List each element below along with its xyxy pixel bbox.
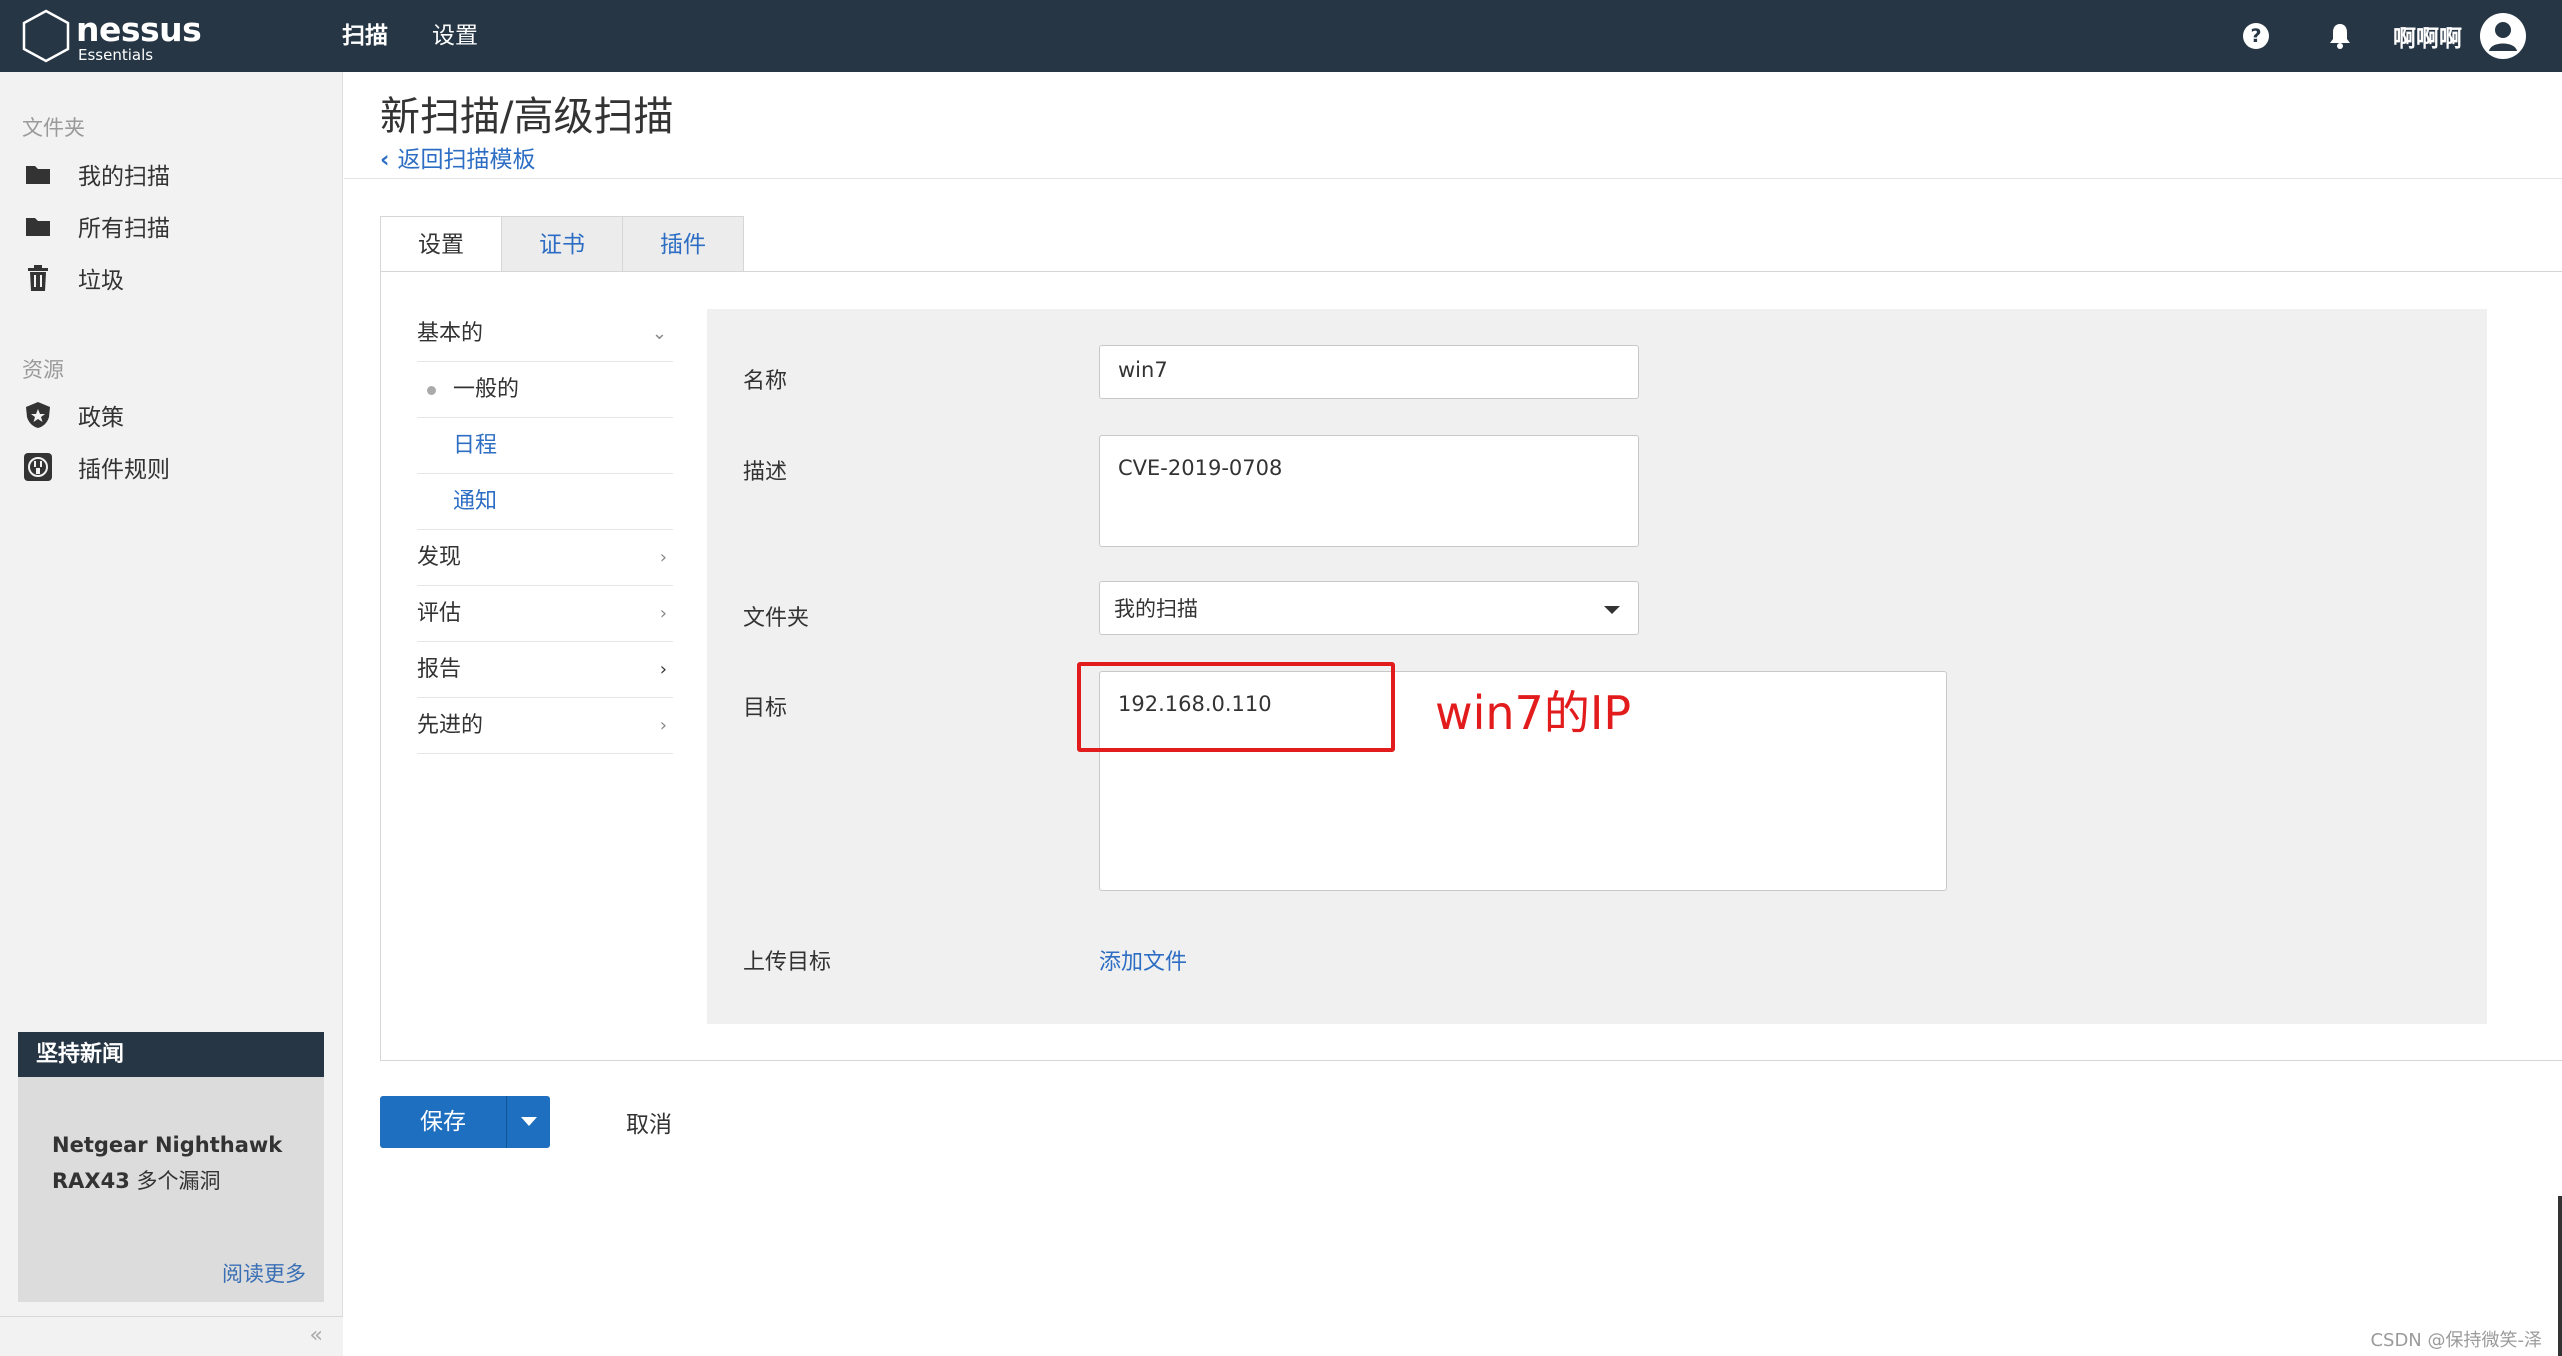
news-panel: 坚持新闻 Netgear Nighthawk RAX43 多个漏洞 阅读更多 [18, 1032, 324, 1302]
bell-icon[interactable] [2327, 22, 2353, 50]
watermark: CSDN @保持微笑-泽 [2370, 1330, 2542, 1351]
tab-bar: 设置 证书 插件 [380, 216, 744, 272]
form-actions: 保存 取消 [380, 1096, 672, 1148]
logo-name: nessus [76, 10, 202, 49]
subnav-label: 先进的 [417, 713, 484, 738]
subnav-label: 发现 [417, 545, 462, 570]
chevron-down-icon: ⌄ [651, 323, 667, 344]
annotation-highlight-box [1077, 662, 1395, 752]
add-file-link[interactable]: 添加文件 [1099, 944, 1187, 976]
shield-icon [22, 399, 54, 431]
page-title: 新扫描/高级扫描 [380, 94, 674, 140]
subnav-label: 评估 [417, 601, 462, 626]
chevron-left-icon: ‹ [380, 147, 398, 173]
sidebar-collapse-bar[interactable]: « [0, 1316, 343, 1356]
tab-settings[interactable]: 设置 [380, 216, 502, 272]
sidebar-item-policies[interactable]: 政策 [22, 395, 124, 435]
sidebar-item-my-scans[interactable]: 我的扫描 [22, 154, 170, 194]
subnav-assessment[interactable]: 评估 › [417, 586, 673, 642]
cancel-button[interactable]: 取消 [626, 1105, 672, 1139]
main-content: 新扫描/高级扫描 ‹ 返回扫描模板 设置 证书 插件 基本的 ⌄ 一般的 日程 … [344, 72, 2562, 1356]
sidebar-item-trash[interactable]: 垃圾 [22, 258, 124, 298]
tab-plugins[interactable]: 插件 [623, 216, 744, 272]
folder-icon [22, 210, 54, 242]
chevron-right-icon: › [659, 659, 667, 680]
top-nav: 扫描 设置 [320, 0, 500, 72]
logo-subtitle: Essentials [78, 46, 154, 64]
save-dropdown-caret-icon[interactable] [506, 1096, 550, 1148]
title-divider [344, 178, 2562, 179]
nessus-logo[interactable]: nessus Essentials [20, 8, 210, 64]
settings-subnav: 基本的 ⌄ 一般的 日程 通知 发现 › 评估 › 报告 › 先进的 › [417, 306, 673, 754]
back-to-templates-link[interactable]: ‹ 返回扫描模板 [380, 140, 536, 174]
user-avatar-icon[interactable] [2480, 13, 2526, 59]
chevron-right-icon: › [659, 603, 667, 624]
news-heading: 坚持新闻 [18, 1032, 324, 1077]
chevron-right-icon: › [659, 547, 667, 568]
trash-icon [22, 262, 54, 294]
top-bar: nessus Essentials 扫描 设置 ? 啊啊啊 [0, 0, 2562, 72]
subnav-advanced[interactable]: 先进的 › [417, 698, 673, 754]
folder-icon [22, 158, 54, 190]
description-textarea[interactable]: CVE-2019-0708 [1099, 435, 1639, 547]
sidebar-item-label: 所有扫描 [78, 216, 170, 242]
news-title-line1: Netgear Nighthawk [52, 1133, 283, 1157]
sidebar-item-plugin-rules[interactable]: 插件规则 [22, 447, 170, 487]
window-edge [2558, 1196, 2562, 1356]
scan-settings-form: 名称 win7 描述 CVE-2019-0708 文件夹 我的扫描 目标 192… [707, 309, 2487, 1024]
news-body[interactable]: Netgear Nighthawk RAX43 多个漏洞 [18, 1077, 324, 1199]
save-button[interactable]: 保存 [380, 1096, 506, 1148]
sidebar: 文件夹 我的扫描 所有扫描 垃圾 资源 政策 插件规则 坚持新闻 Netgear [0, 72, 343, 1356]
folder-select[interactable]: 我的扫描 [1099, 581, 1639, 635]
collapse-chevron-icon[interactable]: « [310, 1323, 323, 1348]
sidebar-item-label: 插件规则 [78, 457, 170, 483]
subnav-discovery[interactable]: 发现 › [417, 530, 673, 586]
sidebar-item-label: 我的扫描 [78, 164, 170, 190]
news-read-more-link[interactable]: 阅读更多 [222, 1258, 306, 1288]
plugin-icon [22, 451, 54, 483]
hexagon-logo-icon [22, 9, 70, 63]
folder-label: 文件夹 [743, 606, 810, 631]
sidebar-item-label: 政策 [78, 405, 124, 431]
bullet-icon [427, 386, 436, 395]
folder-select-value: 我的扫描 [1114, 597, 1198, 621]
targets-label: 目标 [743, 696, 788, 721]
subnav-notifications[interactable]: 通知 [417, 474, 673, 530]
subnav-label: 一般的 [453, 377, 520, 402]
subnav-report[interactable]: 报告 › [417, 642, 673, 698]
back-link-label: 返回扫描模板 [397, 147, 536, 173]
sidebar-item-all-scans[interactable]: 所有扫描 [22, 206, 170, 246]
caret-down-icon [1604, 606, 1620, 614]
description-label: 描述 [743, 460, 788, 485]
tab-credentials[interactable]: 证书 [502, 216, 623, 272]
subnav-label: 报告 [417, 657, 462, 682]
chevron-right-icon: › [659, 715, 667, 736]
user-name[interactable]: 啊啊啊 [2393, 19, 2462, 53]
topnav-scans[interactable]: 扫描 [320, 0, 410, 72]
sidebar-item-label: 垃圾 [78, 268, 124, 294]
help-icon[interactable]: ? [2243, 23, 2269, 49]
sidebar-heading-folders: 文件夹 [22, 116, 85, 140]
news-title-rest: 多个漏洞 [129, 1169, 221, 1193]
name-label: 名称 [743, 369, 788, 394]
subnav-basic[interactable]: 基本的 ⌄ [417, 306, 673, 362]
news-title-line2: RAX43 [52, 1169, 130, 1193]
name-input[interactable]: win7 [1099, 345, 1639, 399]
settings-panel: 基本的 ⌄ 一般的 日程 通知 发现 › 评估 › 报告 › 先进的 › 名称 … [380, 271, 2562, 1061]
subnav-general[interactable]: 一般的 [417, 362, 673, 418]
annotation-text: win7的IP [1435, 686, 1632, 740]
upload-targets-label: 上传目标 [743, 950, 832, 975]
sidebar-heading-resources: 资源 [22, 358, 64, 382]
top-right-controls: ? 啊啊啊 [2243, 0, 2526, 72]
subnav-label: 基本的 [417, 321, 484, 346]
subnav-schedule[interactable]: 日程 [417, 418, 673, 474]
topnav-settings[interactable]: 设置 [410, 0, 500, 72]
